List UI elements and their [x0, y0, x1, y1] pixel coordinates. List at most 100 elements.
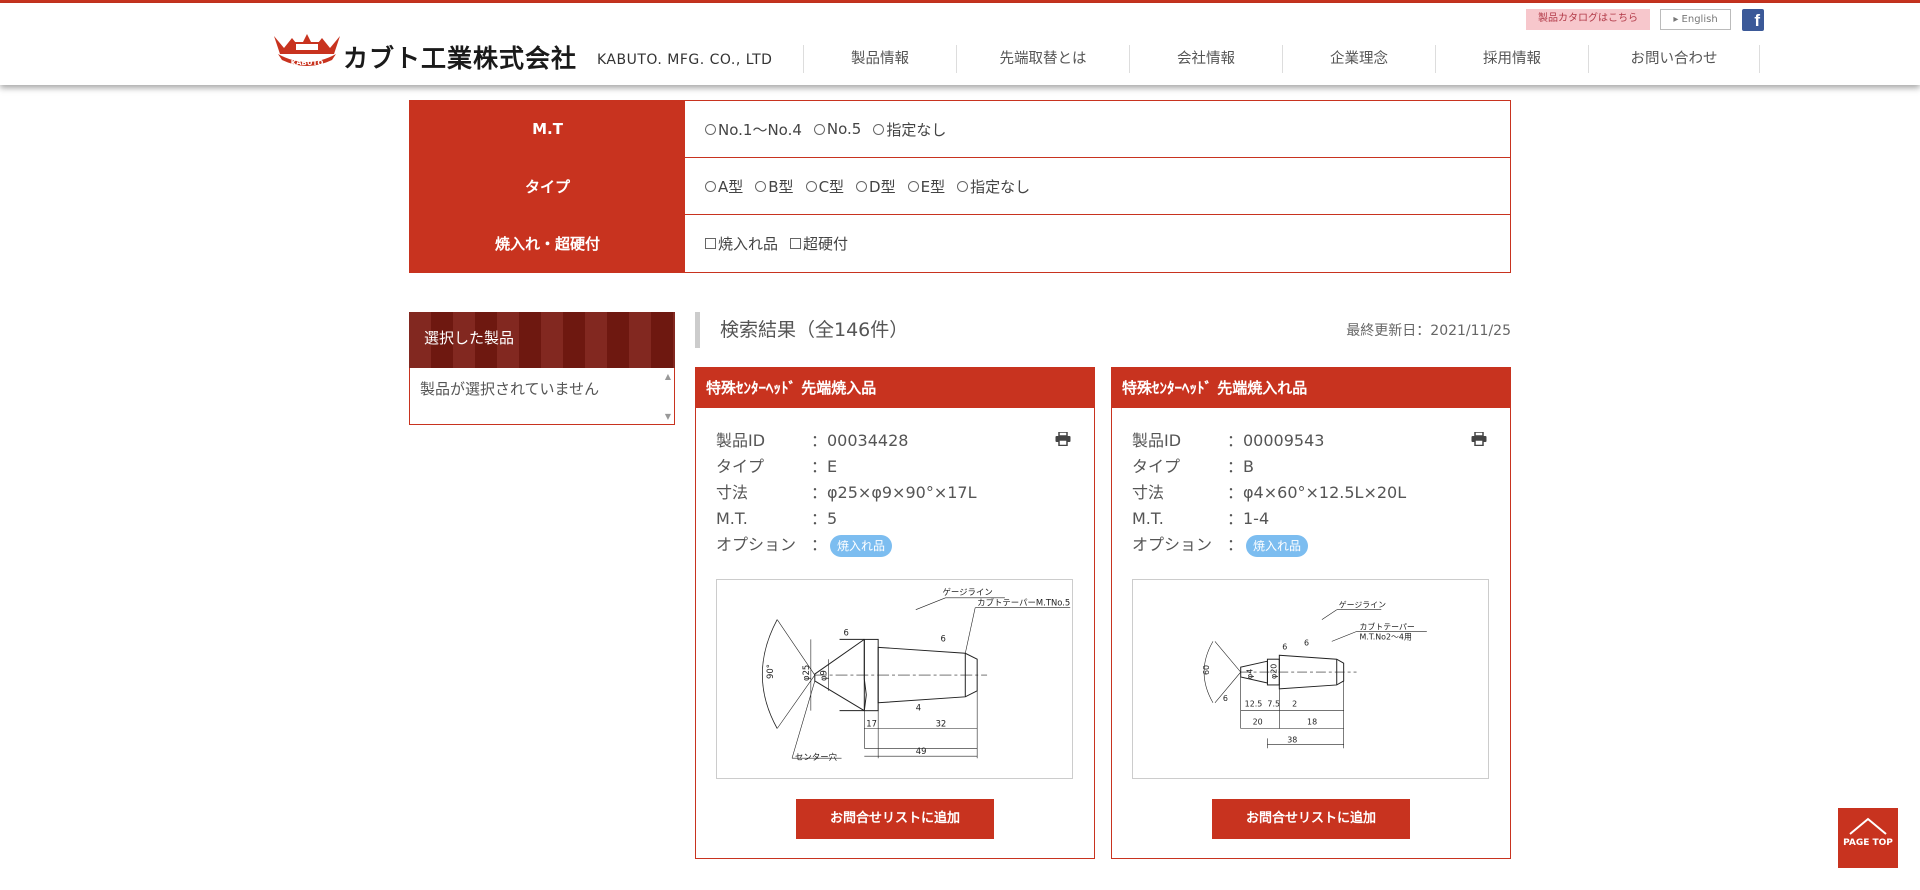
option-separator: ： [1227, 535, 1244, 554]
drawing-rough-label: 6 [844, 627, 849, 637]
option-badge: 焼入れ品 [830, 535, 893, 557]
drawing-dim-12-5: 12.5 [1245, 700, 1263, 709]
radio-circle-icon[interactable] [705, 123, 716, 135]
radio-circle-icon[interactable] [873, 123, 885, 135]
scroll-up-icon[interactable]: ▲ [665, 372, 671, 381]
english-link-label: English [1681, 14, 1718, 25]
drawing-dim-17: 17 [866, 719, 877, 729]
filter-row-hardening: 焼入れ・超硬付 焼入れ品 超硬付 [410, 215, 1510, 272]
drawing-rough-label: 6 [1304, 638, 1309, 647]
kabuto-logo-icon[interactable]: KABUTO [272, 30, 342, 68]
logo-mark-text: KABUTO [291, 59, 324, 67]
nav-company[interactable]: 会社情報 [1129, 45, 1282, 73]
checkbox-square-icon[interactable] [790, 238, 802, 249]
drawing-rough-label: 6 [1223, 694, 1228, 703]
filter-label-type: タイプ [410, 158, 685, 214]
product-card-title[interactable]: 特殊ｾﾝﾀｰﾍｯﾄﾞ 先端焼入品 [696, 368, 1094, 408]
checkbox-square-icon[interactable] [705, 238, 716, 249]
add-to-inquiry-button[interactable]: お問合せリストに追加 [1212, 799, 1410, 839]
radio-mt-none[interactable]: 指定なし [873, 119, 946, 140]
drawing-dim-20: 20 [1253, 718, 1263, 727]
nav-contact[interactable]: お問い合わせ [1588, 45, 1760, 73]
drawing-angle-label: 60 [1202, 665, 1211, 675]
info-label-mt: M.T. [1132, 509, 1164, 528]
company-name-en: KABUTO. MFG. CO., LTD [597, 52, 773, 68]
drawing-d1-label: φ4 [1246, 669, 1255, 679]
radio-circle-icon[interactable] [805, 180, 817, 192]
checkbox-carbide[interactable]: 超硬付 [790, 233, 848, 254]
drawing-dim-49: 49 [916, 746, 927, 756]
print-icon[interactable] [1471, 432, 1487, 446]
results-title: 検索結果（全146件） [720, 319, 909, 341]
nav-recruit[interactable]: 採用情報 [1435, 45, 1588, 73]
info-label-mt: M.T. [716, 509, 748, 528]
filter-options-type: A型 B型 C型 D型 E型 指定なし [685, 158, 1510, 214]
drawing-center-hole-label: センター穴 [795, 752, 838, 762]
catalog-link[interactable]: 製品カタログはこちら [1526, 9, 1650, 30]
radio-mt-5[interactable]: No.5 [813, 120, 861, 138]
info-label-type: タイプ [1132, 457, 1181, 476]
add-to-inquiry-button[interactable]: お問合せリストに追加 [796, 799, 994, 839]
nav-philosophy[interactable]: 企業理念 [1282, 45, 1435, 73]
nav-tip-replacement[interactable]: 先端取替とは [956, 45, 1129, 73]
drawing-d1-label: φ25 [801, 665, 811, 681]
filter-options-mt: No.1～No.4 No.5 指定なし [685, 101, 1510, 157]
drawing-taper-label: カブトテーパーM.TNo.5 [977, 598, 1070, 608]
info-label-dims: 寸法 [1132, 483, 1165, 502]
info-label-id: 製品ID [1132, 431, 1182, 450]
filter-row-mt: M.T No.1～No.4 No.5 指定なし [410, 101, 1510, 158]
product-card: 特殊ｾﾝﾀｰﾍｯﾄﾞ 先端焼入れ品 製品ID ：00009543 タイプ ：B 寸法… [1111, 367, 1511, 859]
info-label-option: オプション [716, 535, 797, 554]
main-nav: 製品情報 先端取替とは 会社情報 企業理念 採用情報 お問い合わせ [803, 45, 1760, 75]
facebook-icon[interactable]: f [1742, 9, 1764, 31]
nav-products[interactable]: 製品情報 [803, 45, 956, 73]
company-name-jp[interactable]: カブト工業株式会社 [343, 39, 577, 75]
product-card: 特殊ｾﾝﾀｰﾍｯﾄﾞ 先端焼入品 製品ID ：00034428 タイプ ：E 寸法 ：… [695, 367, 1095, 859]
checkbox-label: 焼入れ品 [718, 235, 779, 253]
drawing-d2-label: φ20 [1269, 664, 1278, 679]
radio-circle-icon[interactable] [957, 180, 969, 192]
filter-row-type: タイプ A型 B型 C型 D型 E型 指定なし [410, 158, 1510, 215]
radio-label: D型 [869, 177, 896, 196]
product-option: ：焼入れ品 [1227, 532, 1309, 558]
radio-type-c[interactable]: C型 [805, 176, 845, 197]
selected-products-panel: 選択した製品 製品が選択されていません ▲ ▼ [409, 312, 675, 425]
drawing-dim-4: 4 [916, 703, 921, 713]
radio-circle-icon[interactable] [705, 180, 716, 192]
checkbox-hardened[interactable]: 焼入れ品 [705, 233, 778, 254]
radio-mt-1-4[interactable]: No.1～No.4 [705, 119, 802, 140]
product-drawing[interactable]: ゲージライン カブトテーパーM.TNo.5 センター穴 90° φ25 φ9 6… [716, 579, 1073, 779]
drawing-dim-38: 38 [1287, 735, 1297, 744]
results-header: 検索結果（全146件） 最終更新日：2021/11/25 [695, 312, 1511, 348]
radio-circle-icon[interactable] [813, 123, 825, 135]
info-label-option: オプション [1132, 535, 1213, 554]
drawing-taper-sub-label: M.T.No2～4用 [1360, 632, 1412, 641]
radio-label: E型 [920, 177, 946, 196]
last-updated: 最終更新日：2021/11/25 [1346, 323, 1511, 339]
product-mt: ：1-4 [1227, 509, 1270, 528]
print-icon[interactable] [1055, 432, 1071, 446]
scroll-down-icon[interactable]: ▼ [665, 412, 671, 421]
product-card-title[interactable]: 特殊ｾﾝﾀｰﾍｯﾄﾞ 先端焼入れ品 [1112, 368, 1510, 408]
english-link[interactable]: ▸ English [1660, 9, 1731, 30]
radio-label: B型 [768, 177, 794, 196]
radio-type-b[interactable]: B型 [755, 176, 794, 197]
radio-type-d[interactable]: D型 [856, 176, 896, 197]
drawing-dim-32: 32 [936, 719, 947, 729]
radio-type-e[interactable]: E型 [907, 176, 946, 197]
site-header: KABUTO カブト工業株式会社 KABUTO. MFG. CO., LTD 製… [0, 3, 1920, 85]
radio-circle-icon[interactable] [755, 180, 767, 192]
radio-type-a[interactable]: A型 [705, 176, 743, 197]
page-top-button[interactable]: PAGE TOP [1838, 808, 1898, 868]
radio-type-none[interactable]: 指定なし [957, 176, 1030, 197]
product-id: ：00034428 [811, 431, 909, 450]
selected-products-list[interactable]: 製品が選択されていません ▲ ▼ [409, 368, 675, 425]
product-type: ：E [811, 457, 838, 476]
info-label-type: タイプ [716, 457, 765, 476]
radio-circle-icon[interactable] [907, 180, 919, 192]
radio-label: No.1～No.4 [718, 120, 802, 139]
product-drawing[interactable]: ゲージライン カブトテーパー M.T.No2～4用 60 φ4 φ20 6 6 … [1132, 579, 1489, 779]
radio-label: C型 [818, 177, 845, 196]
radio-circle-icon[interactable] [856, 180, 868, 192]
chevron-up-icon [1849, 817, 1887, 835]
